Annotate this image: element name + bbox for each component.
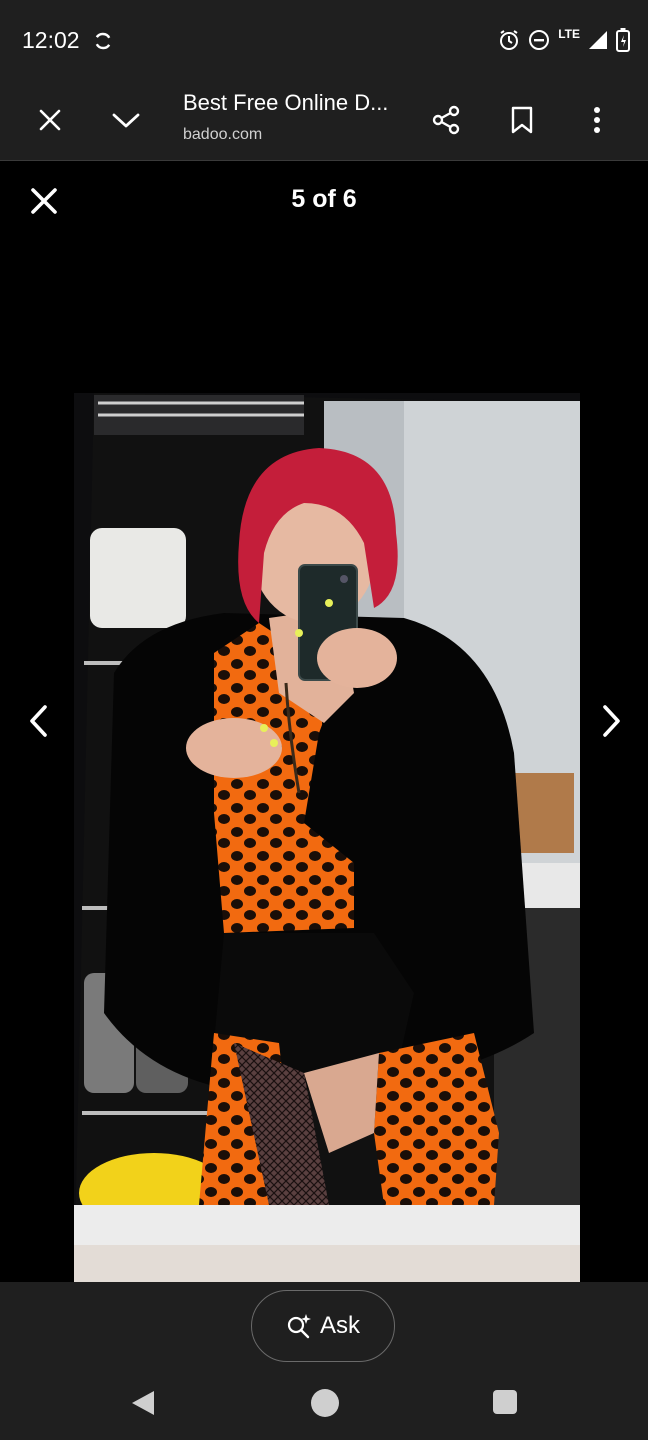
close-icon: [39, 109, 61, 131]
nav-back-button[interactable]: [128, 1388, 158, 1418]
image-viewer: 5 of 6: [0, 161, 648, 1282]
sync-icon: [95, 32, 111, 50]
profile-photo: [74, 393, 580, 1282]
bookmark-icon: [511, 106, 533, 134]
share-button[interactable]: [426, 100, 466, 140]
dnd-icon: [529, 30, 550, 50]
alarm-icon: [500, 30, 519, 50]
previous-image-button[interactable]: [18, 699, 58, 743]
more-vert-icon: [594, 107, 600, 133]
network-type: LTE: [558, 27, 580, 41]
signal-icon: [589, 31, 607, 49]
bookmark-button[interactable]: [502, 100, 542, 140]
page-url[interactable]: badoo.com: [183, 126, 262, 144]
ask-button[interactable]: Ask: [251, 1290, 395, 1362]
share-icon: [432, 105, 460, 135]
status-icons: LTE: [498, 26, 630, 54]
ask-sparkle-icon: [287, 1314, 311, 1339]
more-options-button[interactable]: [577, 100, 617, 140]
custom-tab-toolbar: Best Free Online D... badoo.com: [0, 80, 648, 161]
battery-icon: [616, 28, 630, 52]
page-title[interactable]: Best Free Online D...: [183, 90, 413, 116]
minimize-tab-button[interactable]: [106, 100, 146, 140]
ask-label: Ask: [319, 1312, 360, 1339]
next-image-button[interactable]: [592, 699, 632, 743]
status-bar: 12:02 LTE: [0, 0, 648, 80]
chevron-left-icon: [30, 705, 47, 737]
nav-home-button[interactable]: [311, 1389, 339, 1417]
status-time: 12:02: [22, 27, 80, 53]
chevron-right-icon: [603, 705, 620, 737]
nav-recents-button[interactable]: [493, 1390, 517, 1414]
bottom-bar: Ask: [0, 1282, 648, 1440]
chevron-down-icon: [112, 113, 140, 128]
image-counter: 5 of 6: [291, 185, 357, 213]
close-tab-button[interactable]: [30, 100, 70, 140]
